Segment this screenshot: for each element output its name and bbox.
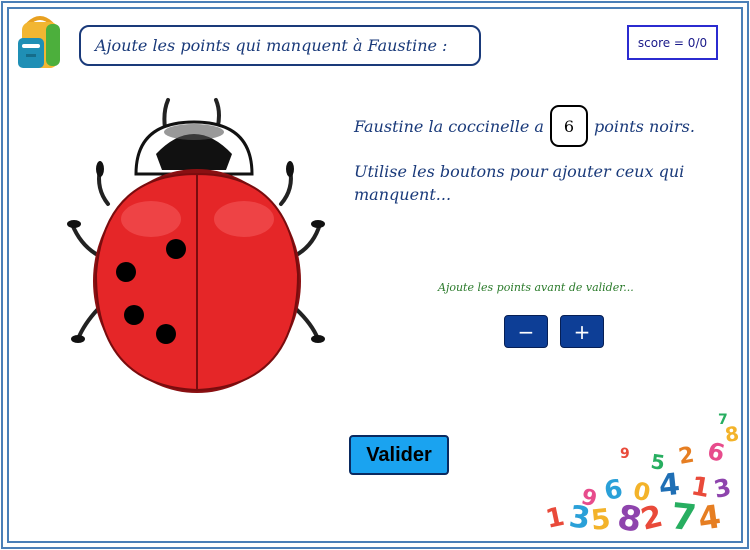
ladybug-dot <box>166 239 186 259</box>
svg-text:6: 6 <box>602 474 625 507</box>
svg-text:6: 6 <box>705 437 728 468</box>
ladybug-dot <box>124 305 144 325</box>
validate-button[interactable]: Valider <box>349 435 449 475</box>
instruction-title: Ajoute les points qui manquent à Faustin… <box>79 25 481 66</box>
svg-text:7: 7 <box>718 412 728 428</box>
backpack-icon <box>18 16 60 68</box>
hint-text: Ajoute les points avant de valider... <box>438 281 634 294</box>
title-text: Ajoute les points qui manquent à Faustin… <box>95 36 448 55</box>
svg-text:9: 9 <box>620 446 630 462</box>
ladybug-illustration <box>67 98 325 393</box>
add-dot-button[interactable]: + <box>560 315 604 348</box>
ladybug-dot <box>116 262 136 282</box>
dot-count-sentence: Faustine la coccinelle a 6 points noirs. <box>354 105 695 147</box>
instruction-text: Utilise les boutons pour ajouter ceux qu… <box>354 162 685 204</box>
remove-dot-button[interactable]: − <box>504 315 548 348</box>
numbers-decoration: 1 3 5 8 2 7 4 9 6 0 4 1 3 5 2 6 8 7 9 <box>543 412 740 534</box>
svg-text:1: 1 <box>543 502 567 534</box>
score-display: score = 0/0 <box>627 25 718 60</box>
sentence-end: points noirs. <box>593 116 695 136</box>
svg-text:2: 2 <box>677 443 696 470</box>
score-text: score = 0/0 <box>637 35 708 50</box>
ladybug-dot <box>156 324 176 344</box>
sentence-start: Faustine la coccinelle a <box>354 116 544 136</box>
dot-count-box: 6 <box>549 105 588 147</box>
